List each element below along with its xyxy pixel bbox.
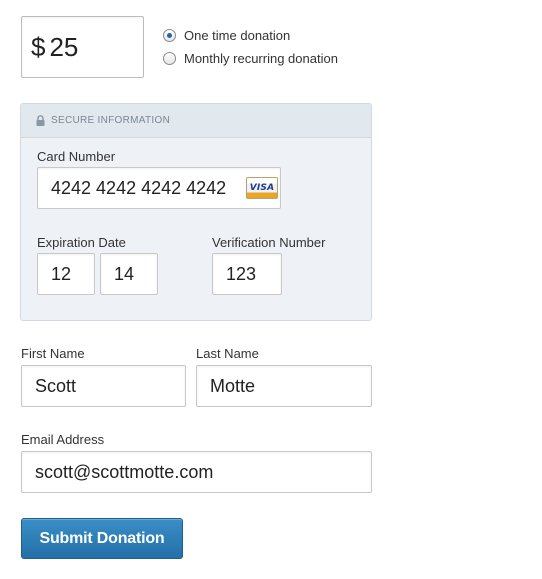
card-number-input[interactable]: 4242 4242 4242 4242 VISA xyxy=(37,167,281,209)
email-value: scott@scottmotte.com xyxy=(35,461,214,482)
visa-card-icon: VISA xyxy=(246,177,278,199)
expiration-date-label: Expiration Date xyxy=(37,235,126,250)
verification-number-label: Verification Number xyxy=(212,235,326,250)
radio-label-monthly: Monthly recurring donation xyxy=(184,51,338,66)
amount-value: 25 xyxy=(49,31,79,62)
first-name-value: Scott xyxy=(35,375,77,396)
verification-number-input[interactable]: 123 xyxy=(212,253,282,295)
radio-label-one-time: One time donation xyxy=(184,28,291,43)
expiration-month-input[interactable]: 12 xyxy=(37,253,95,295)
secure-information-title: SECURE INFORMATION xyxy=(51,115,171,126)
email-address-label: Email Address xyxy=(21,432,105,447)
card-number-value: 4242 4242 4242 4242 xyxy=(51,177,227,198)
expiration-month-value: 12 xyxy=(51,263,72,284)
currency-symbol: $ xyxy=(31,31,46,62)
expiration-year-input[interactable]: 14 xyxy=(100,253,158,295)
radio-one-time[interactable]: One time donation xyxy=(163,28,290,43)
secure-information-header: SECURE INFORMATION xyxy=(21,104,371,138)
amount-input[interactable]: $ 25 xyxy=(21,16,144,78)
donation-form: $ 25 One time donation Monthly recurring… xyxy=(0,0,542,579)
radio-button-selected[interactable] xyxy=(163,29,176,42)
radio-monthly[interactable]: Monthly recurring donation xyxy=(163,51,338,66)
radio-button[interactable] xyxy=(163,52,176,65)
submit-donation-label: Submit Donation xyxy=(39,529,165,547)
email-input[interactable]: scott@scottmotte.com xyxy=(21,451,372,493)
first-name-label: First Name xyxy=(21,346,85,361)
first-name-input[interactable]: Scott xyxy=(21,365,186,407)
card-brand-text: VISA xyxy=(249,183,275,193)
verification-number-value: 123 xyxy=(226,263,257,284)
last-name-input[interactable]: Motte xyxy=(196,365,372,407)
secure-information-panel: SECURE INFORMATION Card Number 4242 4242… xyxy=(20,103,372,321)
card-number-label: Card Number xyxy=(37,149,116,164)
lock-icon xyxy=(36,115,45,126)
last-name-label: Last Name xyxy=(196,346,259,361)
expiration-year-value: 14 xyxy=(114,263,135,284)
last-name-value: Motte xyxy=(210,375,256,396)
submit-donation-button[interactable]: Submit Donation xyxy=(21,518,183,559)
